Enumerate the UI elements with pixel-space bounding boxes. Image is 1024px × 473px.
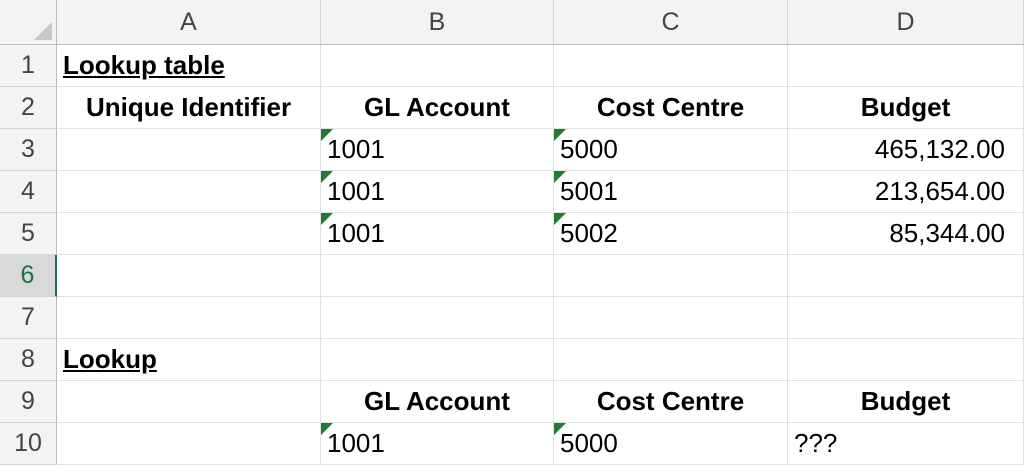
cell-c7[interactable] [554,297,788,339]
select-all-corner[interactable] [0,0,57,45]
cell-a5[interactable] [57,213,321,255]
cell-d2[interactable]: Budget [788,87,1024,129]
cell-a10[interactable] [57,423,321,465]
cell-c9[interactable]: Cost Centre [554,381,788,423]
cell-c4[interactable]: 5001 [554,171,788,213]
column-header-d[interactable]: D [788,0,1024,45]
cell-a1[interactable]: Lookup table [57,45,321,87]
cell-d9[interactable]: Budget [788,381,1024,423]
cell-b3[interactable]: 1001 [321,129,554,171]
row-header-3[interactable]: 3 [0,129,57,171]
cell-b6[interactable] [321,255,554,297]
cell-b4[interactable]: 1001 [321,171,554,213]
column-header-b[interactable]: B [321,0,554,45]
cell-a7[interactable] [57,297,321,339]
cell-b5[interactable]: 1001 [321,213,554,255]
cell-d6[interactable] [788,255,1024,297]
row-header-7[interactable]: 7 [0,297,57,339]
cell-c5[interactable]: 5002 [554,213,788,255]
cell-c10[interactable]: 5000 [554,423,788,465]
cell-c3[interactable]: 5000 [554,129,788,171]
cell-b10[interactable]: 1001 [321,423,554,465]
cell-a4[interactable] [57,171,321,213]
cell-c2[interactable]: Cost Centre [554,87,788,129]
cell-b9[interactable]: GL Account [321,381,554,423]
cell-a3[interactable] [57,129,321,171]
row-header-2[interactable]: 2 [0,87,57,129]
cell-a8[interactable]: Lookup [57,339,321,381]
column-header-a[interactable]: A [57,0,321,45]
cell-b8[interactable] [321,339,554,381]
cell-d8[interactable] [788,339,1024,381]
cell-d5[interactable]: 85,344.00 [788,213,1024,255]
row-header-9[interactable]: 9 [0,381,57,423]
cell-c1[interactable] [554,45,788,87]
cell-a9[interactable] [57,381,321,423]
cell-c6[interactable] [554,255,788,297]
spreadsheet-grid[interactable]: A B C D 1 Lookup table 2 Unique Identifi… [0,0,1024,473]
select-all-icon [34,22,52,40]
cell-a6[interactable] [57,255,321,297]
cell-b2[interactable]: GL Account [321,87,554,129]
cell-d1[interactable] [788,45,1024,87]
row-header-6[interactable]: 6 [0,255,57,297]
cell-c8[interactable] [554,339,788,381]
cell-b1[interactable] [321,45,554,87]
row-header-1[interactable]: 1 [0,45,57,87]
row-header-10[interactable]: 10 [0,423,57,465]
cell-d4[interactable]: 213,654.00 [788,171,1024,213]
cell-d7[interactable] [788,297,1024,339]
cell-d10[interactable]: ??? [788,423,1024,465]
row-header-4[interactable]: 4 [0,171,57,213]
cell-a2[interactable]: Unique Identifier [57,87,321,129]
cell-d3[interactable]: 465,132.00 [788,129,1024,171]
row-header-5[interactable]: 5 [0,213,57,255]
row-header-8[interactable]: 8 [0,339,57,381]
cell-b7[interactable] [321,297,554,339]
column-header-c[interactable]: C [554,0,788,45]
